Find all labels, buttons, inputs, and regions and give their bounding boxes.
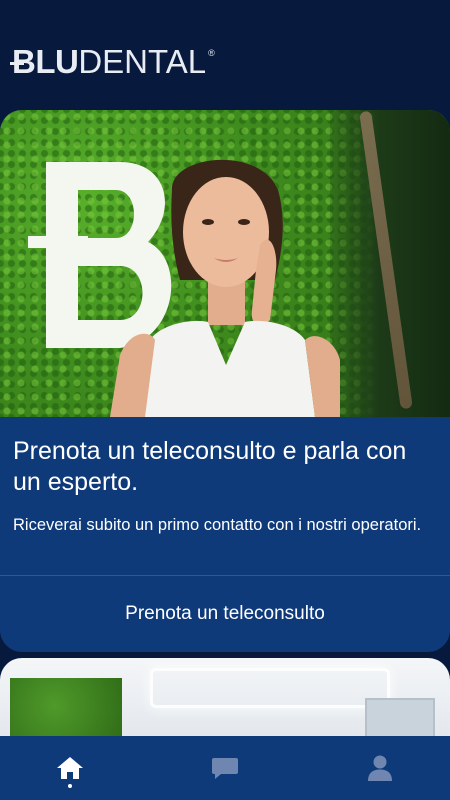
bludental-logo: BLU DENTAL ® [9, 42, 215, 82]
ceiling-light-image [150, 668, 390, 708]
tab-profile[interactable] [365, 748, 395, 788]
woman-portrait-image [110, 159, 340, 417]
chat-icon [212, 758, 238, 779]
logo-regular-text: DENTAL [78, 43, 207, 80]
teleconsult-card[interactable]: Prenota un teleconsulto e parla con un e… [0, 110, 450, 652]
tab-home[interactable] [55, 748, 85, 788]
bottom-tab-bar [0, 736, 450, 800]
home-icon [57, 757, 83, 779]
logo-bold-text: BLU [9, 43, 79, 80]
book-teleconsult-button[interactable]: Prenota un teleconsulto [0, 576, 450, 652]
tab-messages[interactable] [210, 748, 240, 788]
active-tab-indicator [68, 784, 72, 788]
profile-icon [368, 755, 392, 781]
card-title: Prenota un teleconsulto e parla con un e… [13, 437, 407, 496]
app-header: BLU DENTAL ® [0, 0, 450, 110]
card-description: Riceverai subito un primo contatto con i… [13, 516, 422, 534]
hero-image [0, 110, 450, 417]
logo-registered-mark: ® [208, 48, 215, 58]
